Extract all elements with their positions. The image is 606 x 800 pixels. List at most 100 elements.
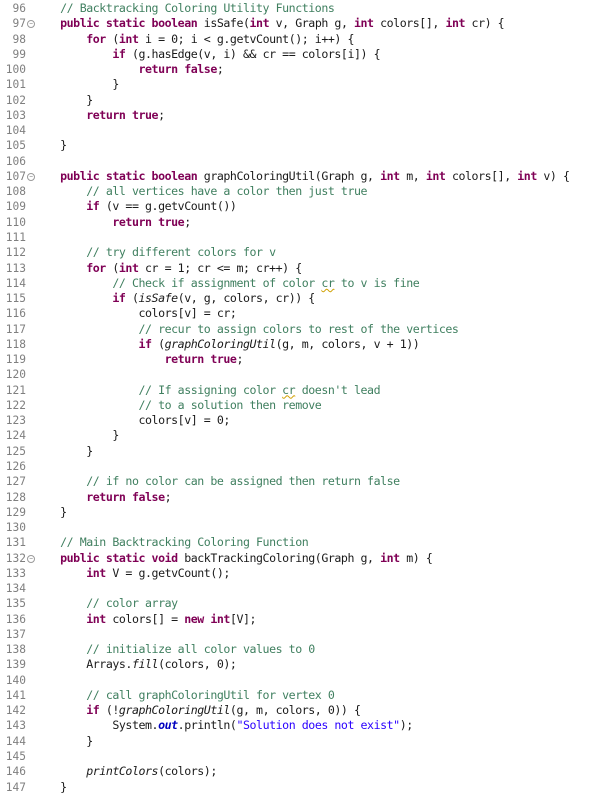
code-line[interactable]: 134 bbox=[0, 581, 606, 596]
code-text: int V = g.getvCount(); bbox=[34, 566, 230, 581]
code-line[interactable]: 105 } bbox=[0, 138, 606, 153]
code-token: cr bbox=[321, 275, 335, 290]
code-line[interactable]: 111 bbox=[0, 230, 606, 245]
code-line[interactable]: 136 int colors[] = new int[V]; bbox=[0, 612, 606, 627]
line-number: 138 bbox=[5, 643, 26, 657]
line-number: 106 bbox=[5, 154, 26, 168]
code-line[interactable]: 130 bbox=[0, 520, 606, 535]
line-number: 132 bbox=[5, 551, 26, 565]
code-line[interactable]: 139 Arrays.fill(colors, 0); bbox=[0, 657, 606, 672]
code-line[interactable]: 109 if (v == g.getvCount()) bbox=[0, 199, 606, 214]
code-line[interactable]: 132− public static void backTrackingColo… bbox=[0, 551, 606, 566]
code-line[interactable]: 137 bbox=[0, 627, 606, 642]
code-token: int bbox=[517, 168, 537, 183]
code-text: colors[v] = 0; bbox=[34, 413, 230, 428]
code-line[interactable]: 140 bbox=[0, 673, 606, 688]
line-number: 122 bbox=[5, 398, 26, 412]
code-token: (v == g.getvCount()) bbox=[99, 199, 237, 214]
code-line[interactable]: 110 return true; bbox=[0, 215, 606, 230]
code-line[interactable]: 101 } bbox=[0, 77, 606, 92]
code-line[interactable]: 133 int V = g.getvCount(); bbox=[0, 566, 606, 581]
code-line[interactable]: 123 colors[v] = 0; bbox=[0, 413, 606, 428]
code-text: } bbox=[34, 138, 67, 153]
code-line[interactable]: 108 // all vertices have a color then ju… bbox=[0, 184, 606, 199]
code-text: } bbox=[34, 93, 93, 108]
code-token: public static boolean bbox=[60, 168, 198, 183]
code-line[interactable]: 121 // If assigning color cr doesn't lea… bbox=[0, 383, 606, 398]
code-line[interactable]: 120 bbox=[0, 367, 606, 382]
code-line[interactable]: 103 return true; bbox=[0, 108, 606, 123]
line-number: 125 bbox=[5, 444, 26, 458]
code-token: public static boolean bbox=[60, 16, 198, 31]
code-token: // Check if assignment of color bbox=[112, 275, 322, 290]
code-line[interactable]: 104 bbox=[0, 123, 606, 138]
code-line[interactable]: 115 if (isSafe(v, g, colors, cr)) { bbox=[0, 291, 606, 306]
code-line[interactable]: 131 // Main Backtracking Coloring Functi… bbox=[0, 535, 606, 550]
code-text: colors[v] = cr; bbox=[34, 306, 236, 321]
code-text: if (g.hasEdge(v, i) && cr == colors[i]) … bbox=[34, 47, 380, 62]
code-line[interactable]: 143 System.out.println("Solution does no… bbox=[0, 718, 606, 733]
code-line[interactable]: 100 return false; bbox=[0, 62, 606, 77]
code-line[interactable]: 118 if (graphColoringUtil(g, m, colors, … bbox=[0, 337, 606, 352]
line-number: 128 bbox=[5, 490, 26, 504]
code-line[interactable]: 128 return false; bbox=[0, 490, 606, 505]
code-line[interactable]: 135 // color array bbox=[0, 596, 606, 611]
code-text: public static void backTrackingColoring(… bbox=[34, 551, 433, 566]
code-text: return false; bbox=[34, 62, 223, 77]
code-line[interactable]: 125 } bbox=[0, 444, 606, 459]
line-number: 141 bbox=[5, 688, 26, 702]
code-token: colors[], bbox=[445, 168, 518, 183]
code-line[interactable]: 112 // try different colors for v bbox=[0, 245, 606, 260]
code-token: // Main Backtracking Coloring Function bbox=[60, 535, 309, 550]
code-text: // call graphColoringUtil for vertex 0 bbox=[34, 688, 335, 703]
code-line[interactable]: 144 } bbox=[0, 734, 606, 749]
code-line[interactable]: 127 // if no color can be assigned then … bbox=[0, 474, 606, 489]
code-token: if bbox=[86, 703, 100, 718]
code-token: ; bbox=[216, 62, 224, 77]
code-token: int bbox=[380, 168, 400, 183]
code-line[interactable]: 98 for (int i = 0; i < g.getvCount(); i+… bbox=[0, 32, 606, 47]
code-token: int bbox=[354, 16, 374, 31]
code-line[interactable]: 102 } bbox=[0, 93, 606, 108]
line-number: 129 bbox=[5, 505, 26, 519]
code-text: } bbox=[34, 77, 119, 92]
code-line[interactable]: 113 for (int cr = 1; cr <= m; cr++) { bbox=[0, 261, 606, 276]
code-text: // to a solution then remove bbox=[34, 398, 321, 413]
code-token: int bbox=[86, 565, 106, 580]
code-token: (v, g, colors, cr)) { bbox=[177, 291, 316, 306]
code-text: for (int cr = 1; cr <= m; cr++) { bbox=[34, 261, 302, 276]
code-line[interactable]: 119 return true; bbox=[0, 352, 606, 367]
code-token: } bbox=[34, 77, 119, 92]
code-token: } bbox=[34, 138, 67, 153]
code-line[interactable]: 145 bbox=[0, 749, 606, 764]
code-token: // color array bbox=[86, 596, 178, 611]
code-line[interactable]: 138 // initialize all color values to 0 bbox=[0, 642, 606, 657]
code-line[interactable]: 124 } bbox=[0, 428, 606, 443]
code-line[interactable]: 122 // to a solution then remove bbox=[0, 398, 606, 413]
code-token: // try different colors for v bbox=[86, 245, 276, 260]
code-line[interactable]: 106 bbox=[0, 154, 606, 169]
code-line[interactable]: 129 } bbox=[0, 505, 606, 520]
code-line[interactable]: 99 if (g.hasEdge(v, i) && cr == colors[i… bbox=[0, 47, 606, 62]
code-line[interactable]: 116 colors[v] = cr; bbox=[0, 306, 606, 321]
code-token: ; bbox=[158, 107, 165, 122]
code-line[interactable]: 142 if (!graphColoringUtil(g, m, colors,… bbox=[0, 703, 606, 718]
code-line[interactable]: 117 // recur to assign colors to rest of… bbox=[0, 322, 606, 337]
line-number: 114 bbox=[5, 276, 26, 290]
line-number: 109 bbox=[5, 200, 26, 214]
code-line[interactable]: 141 // call graphColoringUtil for vertex… bbox=[0, 688, 606, 703]
code-line[interactable]: 126 bbox=[0, 459, 606, 474]
code-token: int bbox=[86, 611, 106, 626]
code-line[interactable]: 97− public static boolean isSafe(int v, … bbox=[0, 16, 606, 31]
code-line[interactable]: 107− public static boolean graphColoring… bbox=[0, 169, 606, 184]
code-line[interactable]: 96 // Backtracking Coloring Utility Func… bbox=[0, 1, 606, 16]
code-line[interactable]: 114 // Check if assignment of color cr t… bbox=[0, 276, 606, 291]
code-line[interactable]: 146 printColors(colors); bbox=[0, 764, 606, 779]
line-number: 113 bbox=[5, 261, 26, 275]
code-editor[interactable]: 96 // Backtracking Coloring Utility Func… bbox=[0, 1, 606, 795]
code-line[interactable]: 147 } bbox=[0, 780, 606, 795]
